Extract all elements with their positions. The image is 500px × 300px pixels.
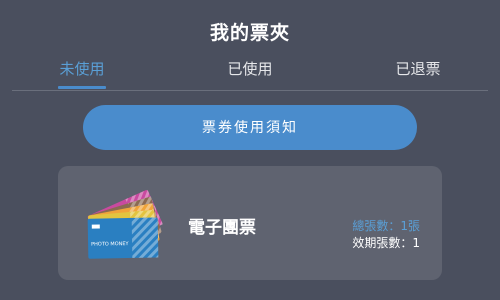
- ticket-stats: 總張數：1張 效期張數：1: [352, 218, 420, 252]
- page-title: 我的票夾: [209, 22, 290, 44]
- ticket-tabs: 未使用 已使用 已退票: [12, 58, 488, 91]
- tab-unused[interactable]: 未使用: [58, 58, 106, 89]
- ticket-usage-notice-button[interactable]: 票券使用須知: [83, 105, 417, 150]
- valid-count: 效期張數：1: [352, 236, 420, 250]
- tab-used[interactable]: 已使用: [226, 58, 274, 89]
- ticket-image-text: PHOTO MONEY: [91, 241, 130, 248]
- tab-refunded[interactable]: 已退票: [394, 58, 442, 89]
- total-count: 總張數：1張: [352, 219, 420, 233]
- ticket-stack-icon: PHOTO MONEY: [87, 189, 163, 259]
- ticket-name: 電子團票: [188, 218, 256, 238]
- ticket-card[interactable]: PHOTO MONEY 電子團票 總張數：1張 效期張數：1: [58, 166, 442, 280]
